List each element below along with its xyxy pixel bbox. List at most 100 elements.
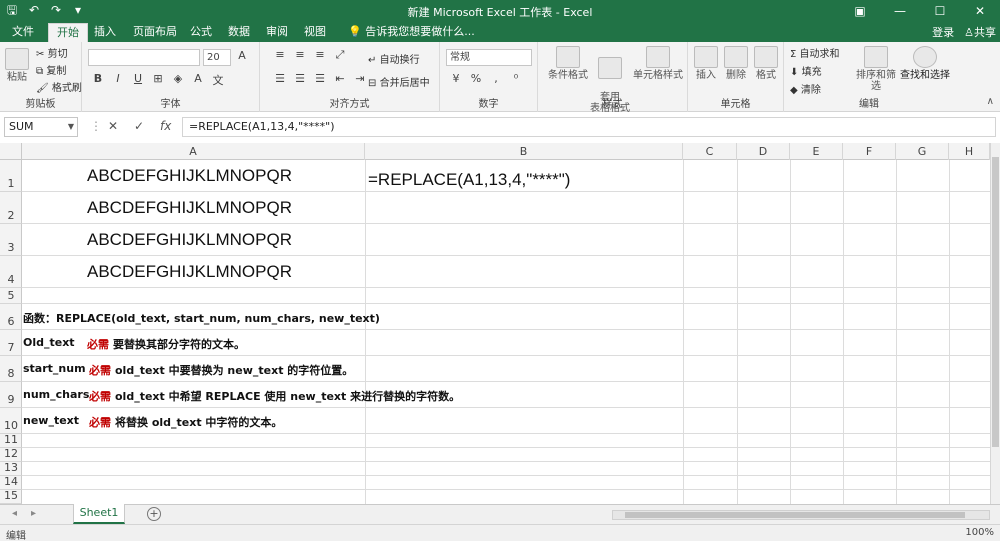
cell-a7[interactable]: Old_text 必需 要替换其部分字符的文本。	[23, 336, 245, 351]
cell-a2[interactable]: ABCDEFGHIJKLMNOPQR	[87, 198, 292, 218]
row-header-11[interactable]: 11	[0, 433, 22, 448]
cell-a1[interactable]: ABCDEFGHIJKLMNOPQR	[87, 166, 292, 186]
close-icon[interactable]: ✕	[960, 0, 1000, 22]
cell-a3[interactable]: ABCDEFGHIJKLMNOPQR	[87, 230, 292, 250]
align-middle-icon[interactable]: ≡	[292, 48, 308, 62]
cancel-icon[interactable]: ✕	[108, 119, 118, 133]
add-sheet-icon[interactable]: +	[147, 507, 161, 521]
cell-styles-button[interactable]: 单元格样式	[632, 46, 684, 81]
sheet-tab-sheet1[interactable]: Sheet1	[73, 504, 125, 524]
orientation-icon[interactable]: ⤢	[332, 48, 348, 62]
row-header-5[interactable]: 5	[0, 288, 22, 304]
border-icon[interactable]: ⊞	[150, 72, 166, 88]
row-header-14[interactable]: 14	[0, 475, 22, 490]
align-right-icon[interactable]: ☰	[312, 72, 328, 85]
copy-button[interactable]: ⧉ 复制	[36, 62, 66, 77]
number-format-select[interactable]: 常规	[446, 49, 532, 66]
insert-function-button[interactable]: fx	[160, 119, 171, 133]
phonetic-icon[interactable]: 文	[210, 72, 226, 88]
row-header-2[interactable]: 2	[0, 192, 22, 224]
conditional-format-button[interactable]: 条件格式	[546, 46, 590, 81]
bold-icon[interactable]: B	[90, 72, 106, 88]
paste-button[interactable]: 粘贴	[4, 48, 30, 83]
fill-color-icon[interactable]: ◈	[170, 72, 186, 88]
share-button[interactable]: ♙共享	[964, 24, 996, 40]
indent-increase-icon[interactable]: ⇥	[352, 72, 368, 85]
cell-b1[interactable]: =REPLACE(A1,13,4,"****")	[368, 170, 570, 190]
tab-formulas[interactable]: 公式	[182, 23, 220, 42]
font-name-input[interactable]	[88, 49, 200, 66]
collapse-ribbon-icon[interactable]: ∧	[987, 96, 994, 107]
row-header-10[interactable]: 10	[0, 408, 22, 434]
row-header-3[interactable]: 3	[0, 224, 22, 256]
column-header-f[interactable]: F	[843, 143, 896, 160]
row-header-4[interactable]: 4	[0, 256, 22, 288]
font-size-input[interactable]: 20	[203, 49, 231, 66]
name-box[interactable]: SUM ▼	[4, 117, 78, 137]
horizontal-scroll-thumb[interactable]	[625, 512, 965, 518]
column-header-g[interactable]: G	[896, 143, 949, 160]
login-link[interactable]: 登录	[932, 24, 954, 40]
row-header-7[interactable]: 7	[0, 330, 22, 356]
row-header-8[interactable]: 8	[0, 356, 22, 382]
tab-page-layout[interactable]: 页面布局	[125, 23, 185, 42]
cut-button[interactable]: ✂ 剪切	[36, 45, 68, 60]
tell-me-search[interactable]: 💡 告诉我您想要做什么...	[340, 23, 483, 42]
tab-review[interactable]: 审阅	[258, 23, 296, 42]
clear-button[interactable]: ◆ 清除	[790, 81, 821, 96]
sheet-nav-arrows-icon[interactable]: ◂▸	[12, 508, 50, 519]
align-center-icon[interactable]: ☰	[292, 72, 308, 85]
horizontal-scrollbar[interactable]	[612, 510, 990, 520]
delete-cells-button[interactable]: 删除	[722, 46, 750, 81]
tab-file[interactable]: 文件	[4, 23, 42, 42]
currency-icon[interactable]: ¥	[448, 72, 464, 85]
row-header-1[interactable]: 1	[0, 160, 22, 192]
percent-icon[interactable]: %	[468, 72, 484, 85]
tab-view[interactable]: 视图	[296, 23, 334, 42]
insert-cells-button[interactable]: 插入	[692, 46, 720, 81]
underline-icon[interactable]: U	[130, 72, 146, 88]
tab-insert[interactable]: 插入	[86, 23, 124, 42]
cell-a8[interactable]: start_num 必需 old_text 中要替换为 new_text 的字符…	[23, 362, 353, 377]
ribbon-display-options-icon[interactable]: ▣	[840, 0, 880, 22]
enter-icon[interactable]: ✓	[134, 119, 144, 133]
column-header-b[interactable]: B	[365, 143, 683, 160]
zoom-level[interactable]: 100%	[965, 527, 994, 538]
tab-home[interactable]: 开始	[48, 23, 88, 42]
wrap-text-button[interactable]: ↵ 自动换行	[368, 51, 420, 66]
column-header-h[interactable]: H	[949, 143, 990, 160]
format-painter-button[interactable]: 🖌 格式刷	[36, 79, 82, 94]
chevron-down-icon[interactable]: ▼	[68, 118, 74, 136]
column-header-d[interactable]: D	[737, 143, 790, 160]
maximize-icon[interactable]: ☐	[920, 0, 960, 22]
sort-filter-button[interactable]: 排序和筛选	[852, 46, 900, 92]
vertical-scrollbar[interactable]	[990, 143, 1000, 504]
align-left-icon[interactable]: ☰	[272, 72, 288, 85]
find-select-button[interactable]: 查找和选择	[900, 46, 950, 81]
fill-button[interactable]: ⬇ 填充	[790, 63, 822, 78]
cell-a10[interactable]: new_text 必需 将替换 old_text 中字符的文本。	[23, 414, 282, 429]
select-all-button[interactable]	[0, 143, 22, 160]
indent-decrease-icon[interactable]: ⇤	[332, 72, 348, 85]
tab-data[interactable]: 数据	[220, 23, 258, 42]
font-color-icon[interactable]: A	[190, 72, 206, 88]
align-bottom-icon[interactable]: ≡	[312, 48, 328, 62]
row-header-9[interactable]: 9	[0, 382, 22, 408]
format-cells-button[interactable]: 格式	[752, 46, 780, 81]
vertical-scroll-thumb[interactable]	[992, 157, 999, 447]
cell-a4[interactable]: ABCDEFGHIJKLMNOPQR	[87, 262, 292, 282]
row-header-15[interactable]: 15	[0, 489, 22, 504]
column-header-e[interactable]: E	[790, 143, 843, 160]
column-header-c[interactable]: C	[683, 143, 737, 160]
row-header-6[interactable]: 6	[0, 304, 22, 330]
worksheet-grid[interactable]: ABCDEFGHIJKLMNOPQR ABCDEFGHIJKLMNOPQR AB…	[22, 160, 990, 504]
merge-center-button[interactable]: ⊟ 合并后居中	[368, 74, 430, 89]
decimal-icon[interactable]: ⁰	[508, 72, 524, 85]
autosum-button[interactable]: Σ 自动求和	[790, 45, 840, 60]
comma-icon[interactable]: ,	[488, 72, 504, 85]
formula-input[interactable]: =REPLACE(A1,13,4,"****")	[182, 117, 996, 137]
increase-font-icon[interactable]: A	[234, 49, 250, 62]
row-header-13[interactable]: 13	[0, 461, 22, 476]
cell-a9[interactable]: num_chars 必需 old_text 中希望 REPLACE 使用 new…	[23, 388, 460, 403]
row-header-12[interactable]: 12	[0, 447, 22, 462]
